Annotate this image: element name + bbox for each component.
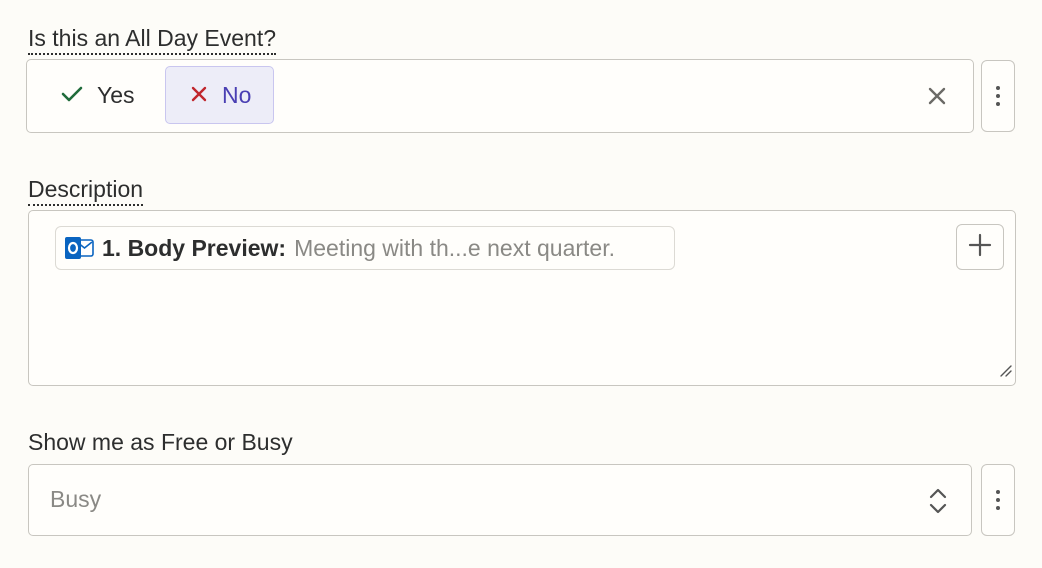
up-down-chevron-icon (928, 487, 948, 520)
show-as-more-button[interactable] (981, 464, 1015, 536)
resize-handle-icon[interactable] (999, 364, 1013, 383)
all-day-more-button[interactable] (981, 60, 1015, 132)
yes-option-label: Yes (97, 81, 135, 108)
all-day-field: Yes No (26, 59, 974, 133)
add-data-button[interactable] (956, 224, 1004, 270)
description-label: Description (28, 175, 144, 206)
body-preview-token[interactable]: 1. Body Preview: Meeting with th...e nex… (55, 226, 675, 270)
token-label: 1. Body Preview: (102, 234, 287, 261)
no-option[interactable]: No (165, 66, 274, 124)
yes-option[interactable]: Yes (61, 66, 135, 124)
show-as-label: Show me as Free or Busy (28, 429, 293, 455)
no-option-label: No (222, 81, 252, 108)
all-day-label: Is this an All Day Event? (28, 24, 277, 55)
show-as-value: Busy (50, 486, 102, 512)
token-value: Meeting with th...e next quarter. (294, 234, 615, 261)
x-icon (190, 82, 208, 109)
more-vertical-icon (996, 490, 1000, 494)
description-field[interactable]: 1. Body Preview: Meeting with th...e nex… (28, 210, 1016, 386)
outlook-icon (64, 235, 94, 261)
plus-icon (968, 233, 992, 262)
more-vertical-icon (996, 86, 1000, 90)
check-icon (61, 82, 83, 109)
clear-icon[interactable] (927, 86, 947, 111)
show-as-select[interactable]: Busy (28, 464, 972, 536)
